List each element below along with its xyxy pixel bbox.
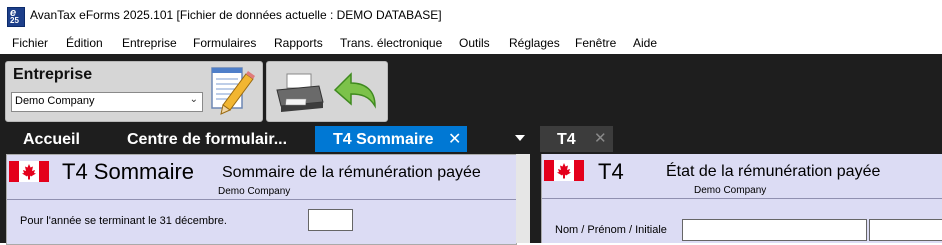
first-name-input[interactable] — [869, 219, 942, 241]
menu-rapports[interactable]: Rapports — [274, 36, 323, 50]
title-bar: e 25 AvanTax eForms 2025.101 [Fichier de… — [0, 0, 942, 32]
menu-reglages[interactable]: Réglages — [509, 36, 560, 50]
canada-flag-icon — [9, 161, 49, 182]
scrollbar[interactable] — [516, 154, 530, 243]
company-select[interactable]: Demo Company ⌄ — [11, 92, 203, 112]
menu-edition[interactable]: Édition — [66, 36, 103, 50]
printer-icon[interactable] — [275, 72, 325, 114]
menu-formulaires[interactable]: Formulaires — [193, 36, 256, 50]
canada-flag-icon — [544, 160, 584, 181]
year-input[interactable] — [308, 209, 353, 231]
menu-outils[interactable]: Outils — [459, 36, 490, 50]
app-logo-icon: e 25 — [7, 7, 25, 27]
menu-bar: Fichier Édition Entreprise Formulaires R… — [0, 32, 942, 54]
tab-t4-label: T4 — [557, 131, 576, 148]
form-description: Sommaire de la rémunération payée — [222, 164, 481, 181]
tab-bar-left: Accueil Centre de formulair... T4 Sommai… — [0, 126, 533, 154]
tab-centre-formulaires-label: Centre de formulair... — [127, 131, 288, 148]
t4-form: T4 État de la rémunération payée Demo Co… — [541, 154, 942, 243]
tab-list-dropdown-icon[interactable] — [515, 135, 525, 141]
year-end-label: Pour l'année se terminant le 31 décembre… — [20, 215, 227, 227]
menu-entreprise[interactable]: Entreprise — [122, 36, 177, 50]
entreprise-panel: Entreprise Demo Company ⌄ — [5, 61, 263, 122]
name-input[interactable] — [682, 219, 867, 241]
close-icon[interactable]: ✕ — [594, 129, 607, 147]
t4-sommaire-form: T4 Sommaire Sommaire de la rémunération … — [6, 154, 517, 245]
tab-t4[interactable]: T4 ✕ — [540, 126, 613, 154]
tab-accueil[interactable]: Accueil — [0, 126, 110, 154]
form-company: Demo Company — [218, 186, 291, 197]
tab-accueil-label: Accueil — [23, 131, 80, 148]
menu-fenetre[interactable]: Fenêtre — [575, 36, 616, 50]
window-title: AvanTax eForms 2025.101 [Fichier de donn… — [30, 8, 442, 22]
back-arrow-icon[interactable] — [329, 70, 379, 112]
tab-bar-right: T4 ✕ — [533, 126, 942, 154]
menu-fichier[interactable]: Fichier — [12, 36, 48, 50]
app-logo-number: 25 — [10, 16, 19, 25]
form-company: Demo Company — [694, 185, 767, 196]
tab-centre-formulaires[interactable]: Centre de formulair... — [110, 126, 315, 154]
tab-t4-sommaire[interactable]: T4 Sommaire ✕ — [315, 126, 467, 154]
chevron-down-icon: ⌄ — [189, 94, 198, 105]
menu-trans-electronique[interactable]: Trans. électronique — [340, 36, 442, 50]
divider — [542, 198, 942, 199]
form-code: T4 Sommaire — [62, 159, 195, 184]
form-description: État de la rémunération payée — [666, 163, 881, 180]
form-code: T4 — [598, 159, 624, 184]
close-icon[interactable]: ✕ — [448, 129, 461, 149]
name-label: Nom / Prénom / Initiale — [555, 224, 667, 236]
menu-aide[interactable]: Aide — [633, 36, 657, 50]
divider — [7, 199, 516, 200]
company-select-value: Demo Company — [15, 95, 95, 107]
entreprise-label: Entreprise — [13, 66, 93, 83]
tab-t4-sommaire-label: T4 Sommaire — [333, 131, 434, 148]
print-panel — [266, 61, 388, 122]
notepad-pencil-icon[interactable] — [208, 66, 256, 116]
